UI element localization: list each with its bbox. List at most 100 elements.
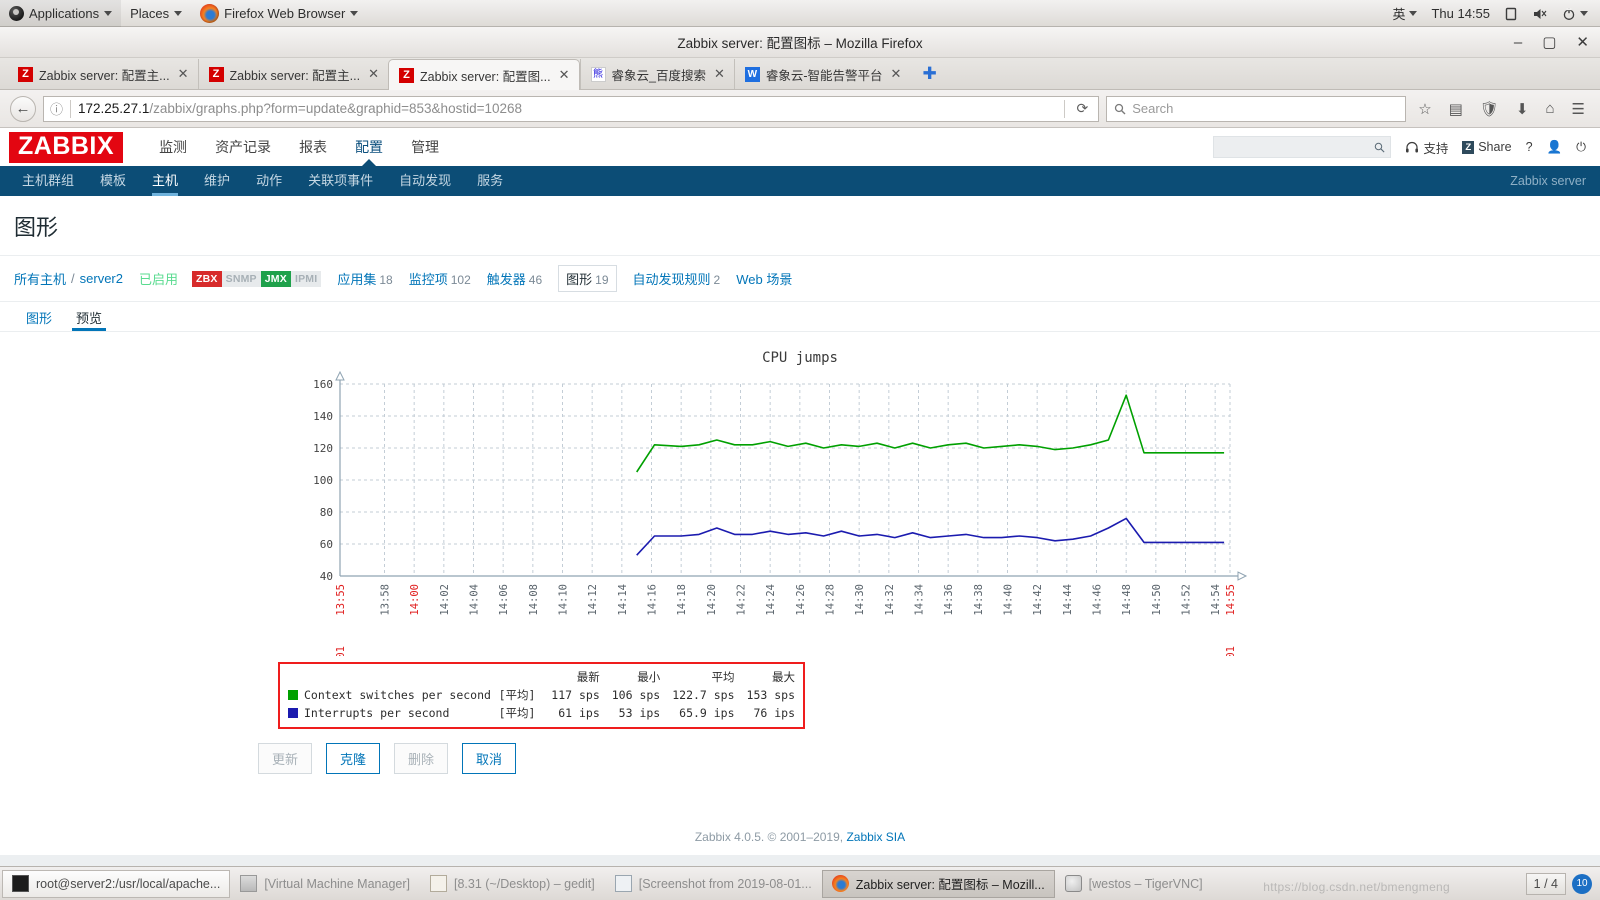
home-icon[interactable]: ⌂: [1540, 100, 1559, 117]
browser-tab-2[interactable]: Z Zabbix server: 配置主... ✕: [197, 59, 389, 89]
close-icon[interactable]: ✕: [368, 66, 379, 82]
search-placeholder: Search: [1132, 101, 1174, 116]
page-footer: Zabbix 4.0.5. © 2001–2019, Zabbix SIA: [0, 774, 1600, 844]
legend-last: 117 sps: [551, 688, 600, 702]
reload-icon[interactable]: ⟳: [1072, 100, 1092, 117]
divider: [1064, 99, 1066, 118]
subnav-maintenance[interactable]: 维护: [191, 166, 243, 196]
menu-item-monitoring[interactable]: 监测: [145, 128, 201, 166]
close-icon[interactable]: ✕: [714, 66, 725, 82]
menu-item-reports[interactable]: 报表: [285, 128, 341, 166]
clock[interactable]: Thu 14:55: [1425, 0, 1496, 27]
share-link[interactable]: Z Share: [1462, 140, 1512, 154]
label: Context switches per second: [304, 688, 491, 702]
url-bar[interactable]: ⓘ 172.25.27.1/zabbix/graphs.php?form=upd…: [43, 95, 1100, 122]
count: 19: [595, 273, 609, 287]
taskbar-item-vmm[interactable]: [Virtual Machine Manager]: [230, 870, 420, 898]
legend-col-max: 最大: [772, 670, 795, 684]
subnav-templates[interactable]: 模板: [87, 166, 139, 196]
browser-tab-5[interactable]: W 睿象云-智能告警平台 ✕: [733, 59, 911, 89]
breadcrumb-discovery-rules[interactable]: 自动发现规则 2: [633, 269, 721, 288]
subnav-actions[interactable]: 动作: [243, 166, 295, 196]
legend-last: 61 ips: [558, 706, 600, 720]
svg-text:14:54: 14:54: [1210, 584, 1222, 616]
support-link[interactable]: 支持: [1405, 138, 1448, 157]
delete-button[interactable]: 删除: [394, 743, 449, 774]
menu-item-inventory[interactable]: 资产记录: [201, 128, 285, 166]
hamburger-menu-icon[interactable]: ☰: [1567, 100, 1590, 118]
input-method-indicator[interactable]: 英: [1386, 0, 1423, 27]
taskbar-item-firefox[interactable]: Zabbix server: 配置图标 – Mozill...: [821, 869, 1055, 898]
tab-label: 睿象云_百度搜索: [611, 68, 706, 83]
support-label: 支持: [1423, 141, 1449, 156]
zabbix-global-search[interactable]: [1213, 136, 1392, 158]
shield-icon[interactable]: 🛡: [1475, 100, 1504, 118]
subnav-correlation[interactable]: 关联项事件: [295, 166, 386, 196]
zabbix-logo[interactable]: ZABBIX: [9, 131, 124, 163]
breadcrumb-graphs-current[interactable]: 图形 19: [558, 265, 617, 292]
svg-text:13:58: 13:58: [380, 584, 392, 616]
display-icon[interactable]: [1498, 0, 1524, 27]
legend-series-name: Context switches per second: [288, 686, 499, 704]
tab-graph[interactable]: 图形: [14, 302, 64, 331]
close-icon[interactable]: ✕: [891, 66, 902, 82]
legend-aggregate: [平均]: [498, 688, 536, 702]
volume-muted-icon[interactable]: [1526, 0, 1554, 27]
zabbix-search-input[interactable]: [1219, 140, 1375, 154]
taskbar-item-terminal[interactable]: root@server2:/usr/local/apache...: [2, 869, 231, 898]
taskbar-item-tigervnc[interactable]: [westos – TigerVNC]: [1055, 870, 1213, 898]
svg-text:14:46: 14:46: [1092, 584, 1104, 616]
breadcrumb-applications[interactable]: 应用集 18: [337, 269, 392, 288]
subnav-hosts[interactable]: 主机: [139, 166, 191, 196]
breadcrumb-triggers[interactable]: 触发器 46: [487, 269, 542, 288]
search-bar[interactable]: Search: [1106, 95, 1407, 122]
places-menu[interactable]: Places: [121, 0, 191, 27]
close-icon[interactable]: ✕: [178, 66, 189, 82]
subnav-discovery[interactable]: 自动发现: [386, 166, 464, 196]
firefox-window-menu[interactable]: Firefox Web Browser: [191, 0, 367, 27]
protocol-badge-snmp: SNMP: [221, 270, 261, 287]
browser-tab-4[interactable]: 熊 睿象云_百度搜索 ✕: [579, 59, 734, 89]
menu-item-configuration[interactable]: 配置: [341, 128, 397, 166]
library-icon[interactable]: ▤: [1444, 100, 1468, 118]
tab-label: Zabbix server: 配置主...: [229, 68, 361, 83]
browser-tab-3-active[interactable]: Z Zabbix server: 配置图... ✕: [388, 59, 580, 90]
color-swatch: [288, 690, 298, 700]
cancel-button[interactable]: 取消: [462, 743, 517, 774]
subnav-services[interactable]: 服务: [464, 166, 516, 196]
minimize-button[interactable]: –: [1511, 33, 1525, 52]
update-button[interactable]: 更新: [258, 743, 313, 774]
new-tab-button[interactable]: ✚: [910, 59, 948, 89]
back-button[interactable]: ←: [10, 95, 36, 122]
page-viewport: ZABBIX 监测 资产记录 报表 配置 管理 支持 Z Share ? 👤 ⏻…: [0, 128, 1600, 900]
legend-max: 153 sps: [746, 688, 795, 702]
protocol-badge-jmx: JMX: [260, 270, 291, 287]
breadcrumb-web-scenarios[interactable]: Web 场景: [736, 269, 792, 288]
help-icon[interactable]: ?: [1526, 140, 1533, 154]
browser-tab-1[interactable]: Z Zabbix server: 配置主... ✕: [8, 59, 198, 89]
menu-item-administration[interactable]: 管理: [397, 128, 453, 166]
footer-link-zabbix-sia[interactable]: Zabbix SIA: [846, 830, 905, 844]
taskbar-item-gedit[interactable]: [8.31 (~/Desktop) – gedit]: [420, 870, 605, 898]
close-icon[interactable]: ✕: [559, 67, 570, 83]
bookmark-star-icon[interactable]: ☆: [1413, 100, 1436, 118]
close-button[interactable]: ✕: [1573, 33, 1592, 52]
breadcrumb-host[interactable]: server2: [80, 271, 123, 286]
clone-button[interactable]: 克隆: [326, 743, 381, 774]
maximize-button[interactable]: ▢: [1539, 33, 1559, 52]
downloads-icon[interactable]: ⬇: [1511, 100, 1534, 118]
notification-badge[interactable]: 10: [1572, 873, 1592, 894]
power-icon[interactable]: [1556, 0, 1594, 27]
user-profile-icon[interactable]: 👤: [1547, 140, 1563, 155]
taskbar-item-screenshot[interactable]: [Screenshot from 2019-08-01...: [605, 870, 822, 898]
signout-icon[interactable]: ⏻: [1576, 140, 1586, 155]
workspace-switcher[interactable]: 1 / 4: [1525, 872, 1566, 895]
svg-text:160: 160: [313, 378, 333, 391]
breadcrumb-all-hosts[interactable]: 所有主机: [14, 269, 66, 288]
subnav-host-groups[interactable]: 主机群组: [9, 166, 87, 196]
tab-preview[interactable]: 预览: [64, 302, 114, 331]
breadcrumb-items[interactable]: 监控项 102: [409, 269, 471, 288]
applications-menu[interactable]: Applications: [0, 0, 122, 27]
page-info-icon[interactable]: ⓘ: [50, 99, 63, 118]
zabbix-subnav: 主机群组 模板 主机 维护 动作 关联项事件 自动发现 服务 Zabbix se…: [0, 166, 1600, 196]
